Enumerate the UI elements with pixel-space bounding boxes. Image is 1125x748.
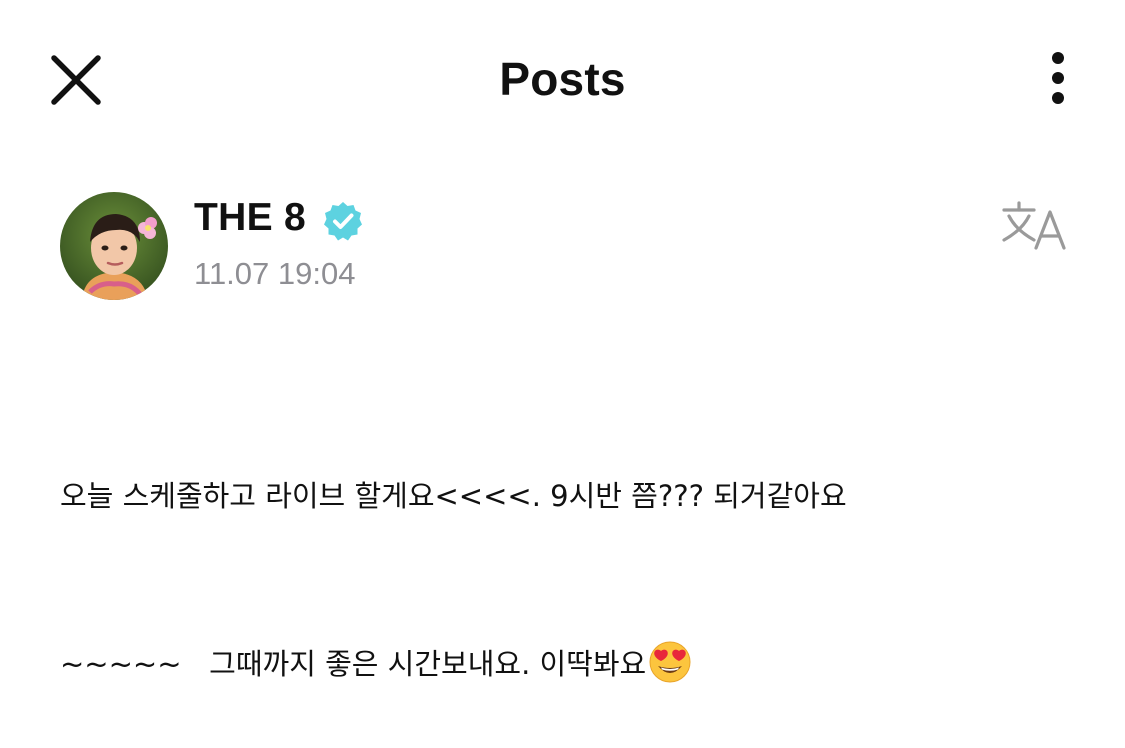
post-timestamp: 11.07 19:04	[194, 256, 356, 291]
avatar-photo	[60, 192, 168, 300]
translate-button[interactable]	[1000, 196, 1072, 256]
post-body: 오늘 스케줄하고 라이브 할게요<<<<. 9시반 쯤??? 되거같아요 ~~~…	[60, 356, 1070, 748]
post-body-line: 오늘 스케줄하고 라이브 할게요<<<<. 9시반 쯤??? 되거같아요	[60, 479, 847, 513]
avatar[interactable]	[60, 192, 168, 300]
translate-icon	[1002, 201, 1066, 250]
post-body-line-text: ~~~~~ 그때까지 좋은 시간보내요. 이딱봐요	[60, 647, 647, 681]
more-vertical-icon	[1052, 52, 1064, 104]
page-title: Posts	[499, 53, 626, 105]
post-header: THE 8 11.07 19:04	[60, 192, 1080, 302]
more-options-button[interactable]	[1036, 48, 1080, 112]
post-body-line-with-emoji: ~~~~~ 그때까지 좋은 시간보내요. 이딱봐요	[60, 636, 1070, 692]
verified-badge-icon	[322, 200, 364, 242]
heart-eyes-emoji-icon	[648, 640, 692, 684]
top-bar: Posts	[0, 0, 1125, 156]
author-name[interactable]: THE 8	[194, 194, 306, 242]
